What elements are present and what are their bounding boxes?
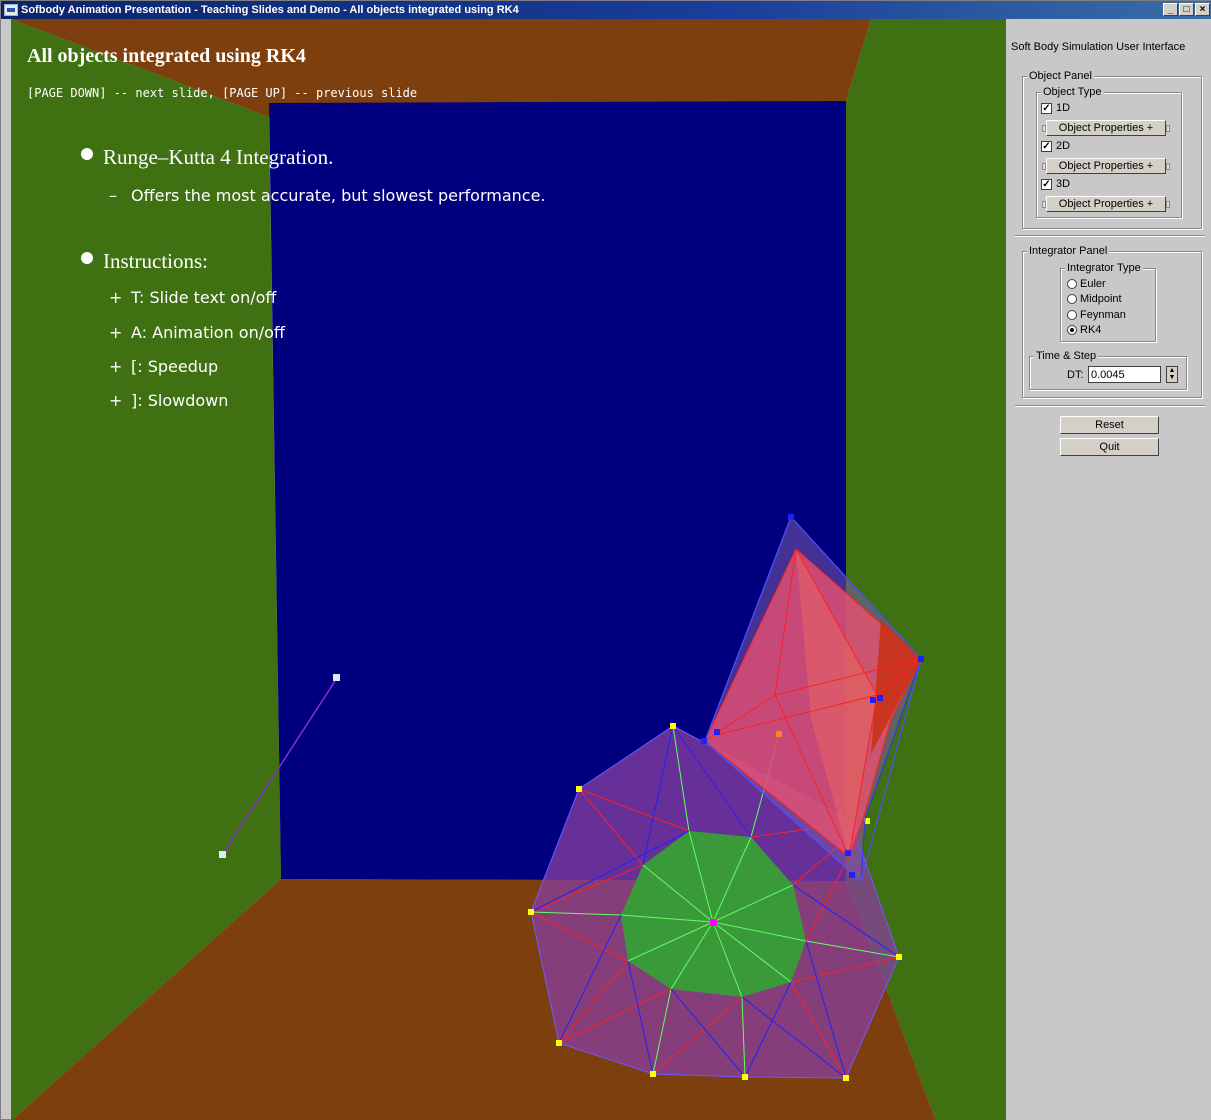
window-controls: _ □ × [1163, 3, 1210, 16]
checkbox-2d[interactable]: ✓ 2D [1041, 140, 1070, 152]
bullet-rk4: Runge–Kutta 4 Integration. [81, 145, 333, 170]
integrator-type-label: Integrator Type [1065, 262, 1143, 275]
quit-button[interactable]: Quit [1060, 438, 1159, 456]
simulation-viewport[interactable]: All objects integrated using RK4 [PAGE D… [11, 19, 1006, 1120]
object-type-label: Object Type [1041, 86, 1104, 99]
panel-title: Soft Body Simulation User Interface [1011, 41, 1186, 53]
object-properties-2d-button[interactable]: Object Properties + [1046, 158, 1166, 174]
separator [1015, 405, 1205, 407]
object-properties-1d-button[interactable]: Object Properties + [1046, 120, 1166, 136]
application-window: Sofbody Animation Presentation - Teachin… [0, 0, 1211, 1120]
instruction-slowdown: +]: Slowdown [109, 391, 229, 410]
checkbox-3d[interactable]: ✓ 3D [1041, 178, 1070, 190]
rollout-right-icon [1166, 200, 1170, 208]
object-properties-2d: Object Properties + [1042, 158, 1170, 174]
dt-input[interactable] [1088, 366, 1161, 383]
instruction-animation: + A: Animation on/off [109, 323, 285, 342]
checkbox-1d[interactable]: ✓ 1D [1041, 102, 1070, 114]
radio-button[interactable] [1067, 310, 1077, 320]
checkbox-box[interactable]: ✓ [1041, 102, 1052, 114]
rollout-right-icon [1166, 162, 1170, 170]
close-button[interactable]: × [1195, 3, 1210, 16]
instruction-speedup: + [: Speedup [109, 357, 219, 376]
bullet-text: Instructions: [103, 249, 208, 273]
dt-label: DT: [1067, 369, 1084, 381]
radio-feynman[interactable]: Feynman [1067, 309, 1126, 321]
object-properties-1d: Object Properties + [1042, 120, 1170, 136]
checkbox-box[interactable]: ✓ [1041, 140, 1052, 152]
radio-euler[interactable]: Euler [1067, 278, 1106, 290]
radio-button[interactable] [1067, 294, 1077, 304]
slide-navigation-hint: [PAGE DOWN] -- next slide, [PAGE UP] -- … [27, 86, 418, 100]
radio-midpoint[interactable]: Midpoint [1067, 293, 1122, 305]
radio-button-selected[interactable] [1067, 325, 1077, 335]
integrator-panel-label: Integrator Panel [1027, 245, 1110, 258]
bullet-text: Runge–Kutta 4 Integration. [103, 145, 334, 169]
object-panel-label: Object Panel [1027, 70, 1094, 83]
window-title: Sofbody Animation Presentation - Teachin… [21, 4, 519, 16]
bullet-dot-icon [81, 147, 93, 160]
bullet-dot-icon [81, 251, 93, 264]
minimize-button[interactable]: _ [1163, 3, 1178, 16]
radio-rk4[interactable]: RK4 [1067, 324, 1101, 336]
object-properties-3d: Object Properties + [1042, 196, 1170, 212]
title-bar[interactable]: Sofbody Animation Presentation - Teachin… [1, 1, 1211, 19]
object-properties-3d-button[interactable]: Object Properties + [1046, 196, 1166, 212]
scene-canvas [11, 19, 1006, 1120]
slide-title: All objects integrated using RK4 [27, 45, 306, 67]
sub-bullet-accuracy: – Offers the most accurate, but slowest p… [109, 186, 546, 205]
reset-button[interactable]: Reset [1060, 416, 1159, 434]
separator [1015, 235, 1205, 237]
control-panel: Soft Body Simulation User Interface Obje… [1006, 19, 1211, 1120]
rollout-right-icon [1166, 124, 1170, 132]
dt-spinner[interactable]: ▲ ▼ [1166, 366, 1178, 383]
checkbox-box[interactable]: ✓ [1041, 178, 1052, 190]
time-step-label: Time & Step [1034, 350, 1099, 363]
bullet-instructions: Instructions: [81, 249, 208, 274]
instruction-slide-text: + T: Slide text on/off [109, 288, 277, 307]
app-icon [4, 4, 18, 16]
maximize-button[interactable]: □ [1179, 3, 1194, 16]
radio-button[interactable] [1067, 279, 1077, 289]
